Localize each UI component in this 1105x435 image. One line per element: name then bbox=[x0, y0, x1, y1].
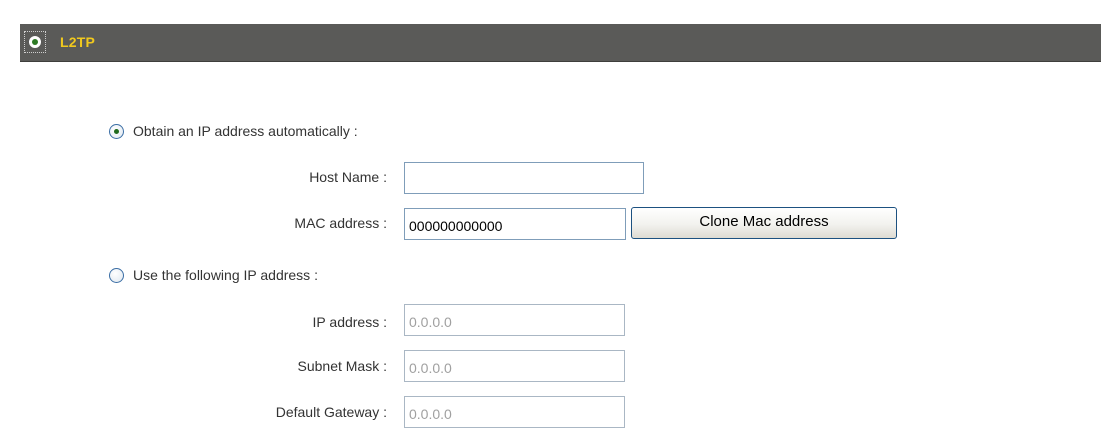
l2tp-radio-focus-box[interactable] bbox=[24, 31, 46, 53]
l2tp-radio-button[interactable] bbox=[29, 36, 41, 48]
default-gateway-input[interactable] bbox=[404, 396, 625, 428]
ip-address-label: IP address : bbox=[312, 314, 387, 330]
host-name-input[interactable] bbox=[404, 162, 644, 194]
host-name-label: Host Name : bbox=[309, 169, 387, 185]
ip-address-input[interactable] bbox=[404, 304, 625, 336]
default-gateway-label: Default Gateway : bbox=[275, 404, 387, 420]
mac-address-label: MAC address : bbox=[294, 215, 387, 231]
l2tp-section-header: L2TP bbox=[20, 24, 1101, 62]
use-static-ip-radio[interactable] bbox=[109, 268, 124, 283]
subnet-mask-input[interactable] bbox=[404, 350, 625, 382]
obtain-ip-auto-label: Obtain an IP address automatically : bbox=[133, 123, 358, 139]
clone-mac-address-button[interactable]: Clone Mac address bbox=[631, 207, 897, 239]
use-static-ip-label: Use the following IP address : bbox=[133, 267, 318, 283]
section-title: L2TP bbox=[60, 34, 96, 50]
obtain-ip-auto-radio[interactable] bbox=[109, 124, 124, 139]
subnet-mask-label: Subnet Mask : bbox=[297, 358, 388, 374]
mac-address-input[interactable] bbox=[404, 208, 626, 240]
